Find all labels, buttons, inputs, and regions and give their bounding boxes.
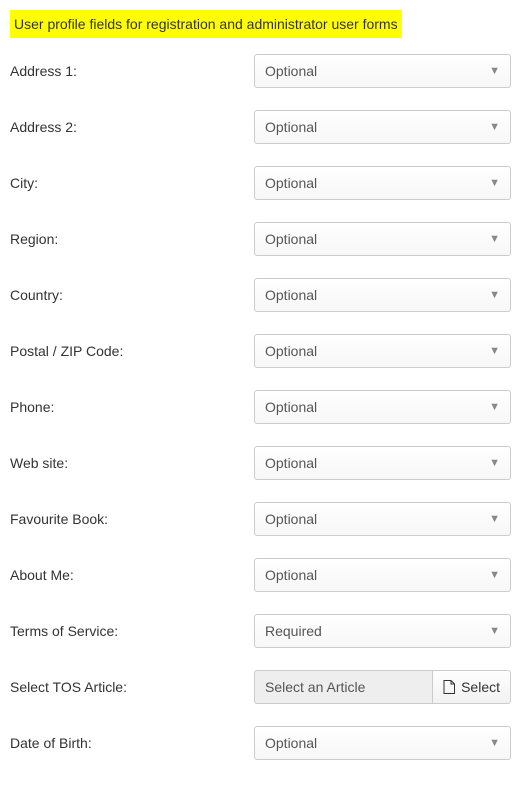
tos-article-placeholder: Select an Article xyxy=(265,679,365,695)
select-website[interactable]: Optional ▼ xyxy=(254,446,511,480)
select-country[interactable]: Optional ▼ xyxy=(254,278,511,312)
select-value: Optional xyxy=(265,511,317,527)
label-website: Web site: xyxy=(10,455,254,471)
row-dob: Date of Birth: Optional ▼ xyxy=(10,726,511,760)
select-region[interactable]: Optional ▼ xyxy=(254,222,511,256)
row-website: Web site: Optional ▼ xyxy=(10,446,511,480)
select-favbook[interactable]: Optional ▼ xyxy=(254,502,511,536)
chevron-down-icon: ▼ xyxy=(489,121,500,133)
select-value: Optional xyxy=(265,567,317,583)
chevron-down-icon: ▼ xyxy=(489,737,500,749)
chevron-down-icon: ▼ xyxy=(489,65,500,77)
chevron-down-icon: ▼ xyxy=(489,401,500,413)
select-value: Optional xyxy=(265,399,317,415)
row-tos: Terms of Service: Required ▼ xyxy=(10,614,511,648)
label-favbook: Favourite Book: xyxy=(10,511,254,527)
label-address1: Address 1: xyxy=(10,63,254,79)
section-heading: User profile fields for registration and… xyxy=(10,10,402,38)
select-phone[interactable]: Optional ▼ xyxy=(254,390,511,424)
file-icon xyxy=(443,680,455,694)
row-address1: Address 1: Optional ▼ xyxy=(10,54,511,88)
row-tos-article: Select TOS Article: Select an Article Se… xyxy=(10,670,511,704)
row-city: City: Optional ▼ xyxy=(10,166,511,200)
chevron-down-icon: ▼ xyxy=(489,457,500,469)
chevron-down-icon: ▼ xyxy=(489,177,500,189)
label-address2: Address 2: xyxy=(10,119,254,135)
chevron-down-icon: ▼ xyxy=(489,569,500,581)
label-aboutme: About Me: xyxy=(10,567,254,583)
select-aboutme[interactable]: Optional ▼ xyxy=(254,558,511,592)
select-article-button[interactable]: Select xyxy=(432,670,511,704)
select-value: Optional xyxy=(265,119,317,135)
row-phone: Phone: Optional ▼ xyxy=(10,390,511,424)
select-value: Optional xyxy=(265,455,317,471)
row-aboutme: About Me: Optional ▼ xyxy=(10,558,511,592)
select-address2[interactable]: Optional ▼ xyxy=(254,110,511,144)
select-value: Optional xyxy=(265,175,317,191)
select-value: Optional xyxy=(265,287,317,303)
select-value: Optional xyxy=(265,231,317,247)
chevron-down-icon: ▼ xyxy=(489,289,500,301)
chevron-down-icon: ▼ xyxy=(489,625,500,637)
chevron-down-icon: ▼ xyxy=(489,233,500,245)
row-favbook: Favourite Book: Optional ▼ xyxy=(10,502,511,536)
select-tos[interactable]: Required ▼ xyxy=(254,614,511,648)
label-region: Region: xyxy=(10,231,254,247)
select-value: Optional xyxy=(265,343,317,359)
select-value: Optional xyxy=(265,735,317,751)
row-region: Region: Optional ▼ xyxy=(10,222,511,256)
label-phone: Phone: xyxy=(10,399,254,415)
row-address2: Address 2: Optional ▼ xyxy=(10,110,511,144)
label-country: Country: xyxy=(10,287,254,303)
label-city: City: xyxy=(10,175,254,191)
select-dob[interactable]: Optional ▼ xyxy=(254,726,511,760)
label-dob: Date of Birth: xyxy=(10,735,254,751)
label-tos: Terms of Service: xyxy=(10,623,254,639)
select-postal[interactable]: Optional ▼ xyxy=(254,334,511,368)
row-postal: Postal / ZIP Code: Optional ▼ xyxy=(10,334,511,368)
select-city[interactable]: Optional ▼ xyxy=(254,166,511,200)
select-button-label: Select xyxy=(461,679,500,695)
select-value: Optional xyxy=(265,63,317,79)
select-address1[interactable]: Optional ▼ xyxy=(254,54,511,88)
tos-article-display: Select an Article xyxy=(254,670,432,704)
select-value: Required xyxy=(265,623,322,639)
chevron-down-icon: ▼ xyxy=(489,513,500,525)
label-postal: Postal / ZIP Code: xyxy=(10,343,254,359)
row-country: Country: Optional ▼ xyxy=(10,278,511,312)
chevron-down-icon: ▼ xyxy=(489,345,500,357)
label-tos-article: Select TOS Article: xyxy=(10,679,254,695)
